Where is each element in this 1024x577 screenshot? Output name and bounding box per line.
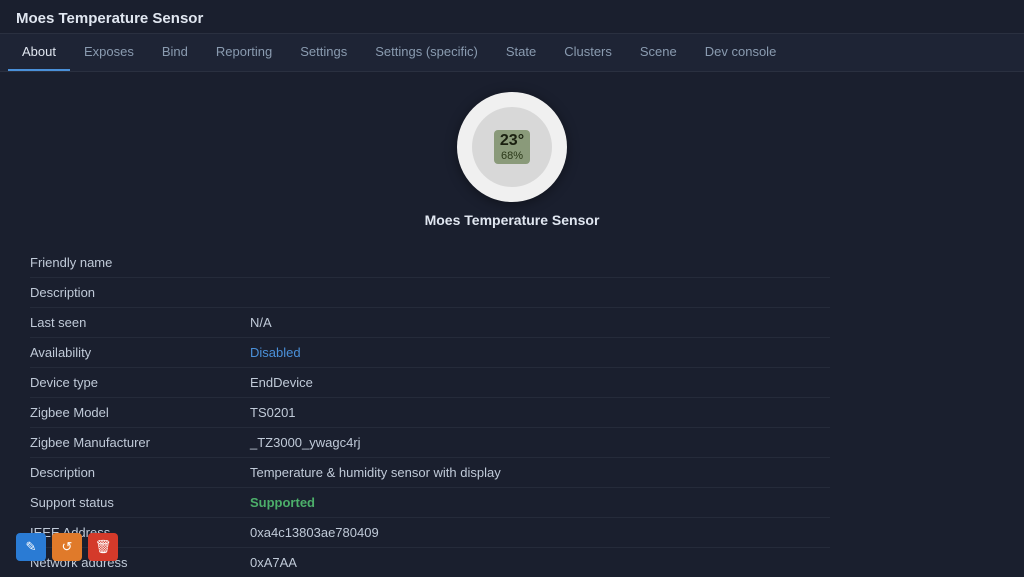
title-bar: Moes Temperature Sensor	[0, 0, 1024, 34]
tab-bar: AboutExposesBindReportingSettingsSetting…	[0, 34, 1024, 72]
field-value-9: 0xa4c13803ae780409	[250, 518, 830, 548]
field-label-7: Description	[30, 458, 250, 488]
field-value-5: TS0201	[250, 398, 830, 428]
tab-reporting[interactable]: Reporting	[202, 34, 286, 71]
delete-button[interactable]: 🗑	[88, 533, 118, 561]
field-value-1	[250, 278, 830, 308]
field-label-2: Last seen	[30, 308, 250, 338]
edit-button[interactable]: ✎	[16, 533, 46, 561]
field-label-0: Friendly name	[30, 248, 250, 278]
tab-scene[interactable]: Scene	[626, 34, 691, 71]
field-label-5: Zigbee Model	[30, 398, 250, 428]
tab-state[interactable]: State	[492, 34, 550, 71]
tab-settings[interactable]: Settings	[286, 34, 361, 71]
field-value-4: EndDevice	[250, 368, 830, 398]
page-title: Moes Temperature Sensor	[16, 10, 203, 27]
field-value-8: Supported	[250, 488, 830, 518]
field-value-7: Temperature & humidity sensor with displ…	[250, 458, 830, 488]
field-label-6: Zigbee Manufacturer	[30, 428, 250, 458]
field-value-10: 0xA7AA	[250, 548, 830, 569]
field-label-8: Support status	[30, 488, 250, 518]
device-header: 23° 68% Moes Temperature Sensor	[30, 92, 994, 228]
bottom-actions: ✎ ↺ 🗑	[16, 533, 118, 561]
rename-button[interactable]: ↺	[52, 533, 82, 561]
sensor-temp: 23°	[500, 132, 524, 150]
edit-icon: ✎	[26, 539, 37, 555]
device-icon-container: 23° 68%	[457, 92, 567, 202]
rename-icon: ↺	[62, 539, 73, 555]
tab-about[interactable]: About	[8, 34, 70, 71]
tab-bind[interactable]: Bind	[148, 34, 202, 71]
field-label-4: Device type	[30, 368, 250, 398]
tab-settings-specific[interactable]: Settings (specific)	[361, 34, 492, 71]
sensor-hum: 68%	[500, 150, 524, 162]
content-area: 23° 68% Moes Temperature Sensor Friendly…	[0, 72, 1024, 569]
field-label-1: Description	[30, 278, 250, 308]
delete-icon: 🗑	[95, 539, 112, 555]
sensor-display: 23° 68%	[494, 130, 530, 164]
field-value-0	[250, 248, 830, 278]
field-label-3: Availability	[30, 338, 250, 368]
tab-exposes[interactable]: Exposes	[70, 34, 148, 71]
info-grid: Friendly nameDescriptionLast seenN/AAvai…	[30, 248, 830, 569]
field-value-3[interactable]: Disabled	[250, 338, 830, 368]
tab-dev-console[interactable]: Dev console	[691, 34, 791, 71]
device-name: Moes Temperature Sensor	[425, 212, 600, 228]
sensor-face: 23° 68%	[472, 107, 552, 187]
tab-clusters[interactable]: Clusters	[550, 34, 626, 71]
field-value-6: _TZ3000_ywagc4rj	[250, 428, 830, 458]
field-value-2: N/A	[250, 308, 830, 338]
